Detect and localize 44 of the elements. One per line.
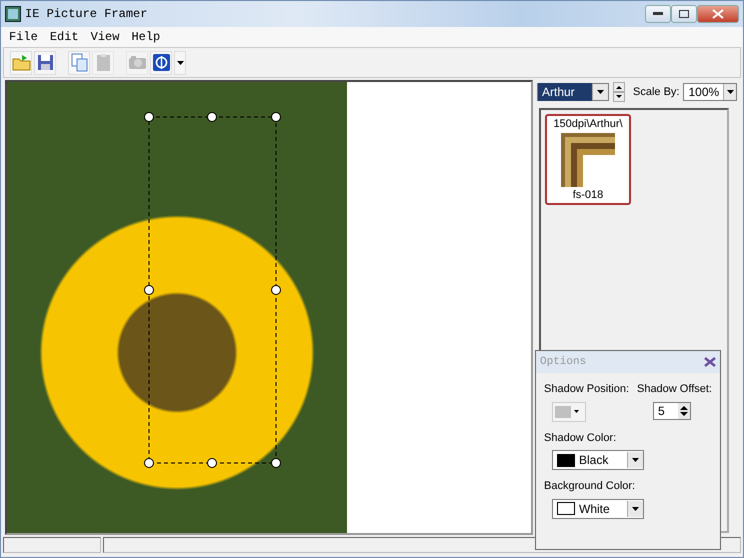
maximize-button[interactable] [671,5,697,23]
menu-item[interactable]: File [3,27,44,47]
scale-label: Scale By: [633,84,680,100]
minimize-button[interactable] [645,5,671,23]
coin-icon [152,53,170,72]
field-label: Shadow Offset: [636,382,712,397]
field-label: Background Color: [544,479,636,494]
close-button[interactable] [697,5,739,23]
window-title: IE Picture Framer [25,6,148,23]
menu-item[interactable]: View [84,27,126,47]
caret-icon [574,410,579,413]
toolbar-button[interactable] [150,50,172,74]
toolbar-button[interactable] [68,50,90,74]
field-label: Shadow Position: [544,382,629,397]
collection-dropdown[interactable]: Arthur [537,83,609,101]
frame-thumbnail[interactable]: 150dpi\Arthur\ fs-018 [545,114,631,205]
close-icon [712,9,724,19]
field-label: Shadow Color: [544,430,618,446]
close-icon[interactable] [704,357,716,367]
frame-name: fs-018 [572,188,604,202]
app-icon [5,6,21,22]
panel-title: Options [540,354,586,370]
camera-icon [128,53,146,72]
dropdown-button[interactable] [174,50,186,74]
menu-item[interactable]: Help [125,27,166,47]
color-dropdown[interactable]: White [552,498,644,518]
spin-button[interactable] [613,82,625,102]
shadow-offset-spinner[interactable]: 5 [652,402,691,420]
caret-icon [597,90,604,94]
maximize-icon [679,10,689,18]
copy-icon [70,53,88,72]
save-icon [36,53,54,72]
frame-path: 150dpi\Arthur\ [553,117,623,132]
caret-icon [726,90,734,94]
caret-icon [176,60,184,64]
minimize-icon [653,12,663,16]
menu-item[interactable]: Edit [44,27,85,47]
scale-dropdown[interactable]: 100% [683,83,738,101]
caret-icon [632,506,639,510]
folder-icon [12,53,30,72]
caret-icon [632,458,639,462]
spin-arrows-icon [678,402,690,418]
color-dropdown[interactable]: Black [552,450,644,470]
toolbar-button[interactable] [34,50,56,74]
